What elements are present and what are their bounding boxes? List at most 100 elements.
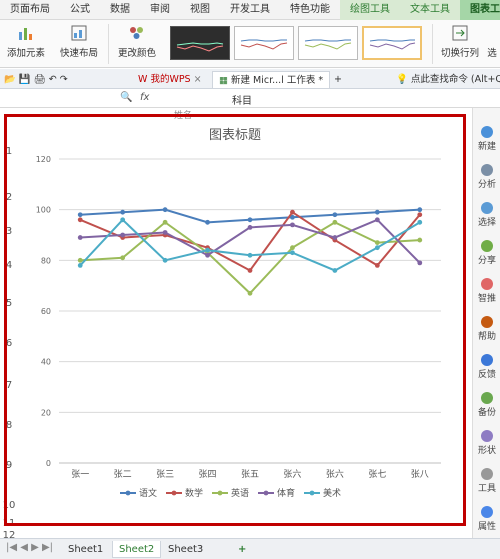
data-point (417, 219, 423, 225)
side-panel-item[interactable]: 备份 (473, 392, 500, 418)
side-panel-icon (481, 278, 493, 290)
side-panel-label: 形状 (477, 446, 496, 456)
my-wps-label: 我的WPS (150, 74, 191, 85)
menu-tab[interactable]: 绘图工具 (340, 0, 400, 20)
zoom-search-icon[interactable]: 🔍 (120, 92, 132, 103)
side-panel-item[interactable]: 反馈 (473, 354, 500, 380)
legend-marker (263, 490, 269, 496)
side-panel-item[interactable]: 属性 (473, 506, 500, 532)
legend-marker (125, 490, 131, 496)
side-panel-item[interactable]: 新建 (473, 126, 500, 152)
side-panel-icon (481, 240, 493, 252)
close-icon[interactable]: × (194, 74, 202, 85)
my-wps-tab[interactable]: W 我的WPS × (138, 71, 202, 88)
side-panel-icon (481, 164, 493, 176)
data-point (77, 217, 83, 223)
menu-tab[interactable]: 数据 (100, 0, 140, 20)
menu-tab[interactable]: 公式 (60, 0, 100, 20)
chart-style-thumb-dark[interactable] (170, 26, 230, 60)
legend-marker (309, 490, 315, 496)
data-point (417, 207, 423, 213)
fx-icon[interactable]: fx (140, 92, 149, 103)
sheet-tab[interactable]: Sheet2 (112, 541, 162, 558)
x-axis: 张一 张二 张三 张四 张五 张六 张六 张七 张八 (71, 468, 429, 480)
quick-layout-button[interactable]: 快速布局 (54, 24, 104, 64)
side-panel-icon (481, 392, 493, 404)
add-element-button[interactable]: 添加元素 (4, 24, 48, 64)
line-chart[interactable]: 0 20 40 60 80 100 120 张一 张二 张三 张四 张五 张六 张六 张七 张八 语文 数学 英… (4, 114, 466, 526)
command-search[interactable]: 💡 点此查找命令 (Alt+Q) (396, 71, 500, 88)
side-panel-label: 新建 (477, 142, 496, 152)
select-data-button[interactable]: 选 (484, 24, 500, 64)
x-tick-label: 张四 (199, 469, 217, 480)
side-panel-icon (481, 506, 493, 518)
legend-label: 体育 (277, 487, 295, 499)
x-tick-label: 张六 (326, 468, 344, 480)
chart-style-thumb-selected[interactable] (362, 26, 422, 60)
new-tab-button[interactable]: + (334, 71, 342, 88)
menu-tab-bar: 页面布局公式数据审阅视图开发工具特色功能绘图工具文本工具图表工具 (0, 0, 500, 20)
side-panel-icon (481, 354, 493, 366)
side-panel-item[interactable]: 选择 (473, 202, 500, 228)
sheet-tab[interactable]: Sheet3 (162, 541, 209, 558)
y-tick-label: 120 (36, 155, 51, 164)
data-point (205, 252, 210, 258)
legend[interactable]: 语文 数学 英语 体育 美术 (120, 487, 341, 499)
side-panel-item[interactable]: 形状 (473, 430, 500, 456)
side-panel-label: 工具 (477, 484, 496, 494)
y-tick-label: 80 (41, 256, 51, 265)
sheet-tab[interactable]: Sheet1 (62, 541, 109, 558)
data-point (120, 209, 126, 215)
menu-tab[interactable]: 审阅 (140, 0, 180, 20)
chart-style-thumb-3[interactable] (298, 26, 358, 60)
menu-tab[interactable]: 页面布局 (0, 0, 60, 20)
wps-icon: W (138, 74, 148, 85)
legend-label: 语文 (139, 487, 157, 499)
side-panel-item[interactable]: 帮助 (473, 316, 500, 342)
side-panel-item[interactable]: 工具 (473, 468, 500, 494)
side-panel-item[interactable]: 智推 (473, 278, 500, 304)
chart-style-preview (369, 39, 416, 50)
menu-tab[interactable]: 视图 (180, 0, 220, 20)
side-panel-label: 反馈 (477, 370, 496, 380)
document-tab-bar: 📂 💾 🖨 ↶ ↷ W 我的WPS × ▦ 新建 Micr...l 工作表 * … (0, 69, 500, 89)
quick-layout-icon (71, 25, 87, 41)
select-data-label: 选 (487, 48, 497, 59)
side-panel-item[interactable]: 分析 (473, 164, 500, 190)
quick-access-icons[interactable]: 📂 💾 🖨 ↶ ↷ (4, 71, 68, 88)
menu-tab[interactable]: 文本工具 (400, 0, 460, 20)
data-point (290, 245, 295, 251)
command-search-label: 点此查找命令 (Alt+Q) (410, 74, 500, 85)
side-panel-label: 分享 (477, 256, 496, 266)
menu-tab[interactable]: 开发工具 (220, 0, 280, 20)
formula-content[interactable]: 科目 (232, 92, 252, 107)
data-point (77, 212, 83, 218)
side-panel-label: 智推 (477, 294, 496, 304)
sheet-nav-arrows[interactable]: |◀ ◀ ▶ ▶| (6, 542, 53, 553)
menu-tab[interactable]: 图表工具 (460, 0, 500, 20)
data-point (247, 217, 253, 223)
add-element-label: 添加元素 (6, 48, 45, 59)
chart-title[interactable]: 图表标题 (209, 128, 261, 143)
palette-icon (130, 27, 143, 39)
data-point (332, 212, 338, 218)
side-panel-item[interactable]: 分享 (473, 240, 500, 266)
workbook-tab[interactable]: ▦ 新建 Micr...l 工作表 * (212, 71, 331, 88)
series-lines (77, 207, 423, 296)
legend-label: 英语 (231, 487, 249, 499)
add-sheet-button[interactable]: + (232, 541, 252, 558)
switch-row-col-button[interactable]: 切换行列 (438, 24, 482, 64)
spreadsheet-icon: ▦ (219, 75, 231, 86)
data-point (374, 263, 380, 268)
data-point (77, 263, 83, 268)
data-point (162, 257, 168, 263)
side-task-panel: 新建分析选择分享智推帮助反馈备份形状工具属性 (472, 108, 500, 538)
lightbulb-icon: 💡 (396, 74, 408, 85)
change-color-button[interactable]: 更改颜色 (112, 24, 162, 64)
chart-style-preview (240, 39, 288, 50)
data-point (417, 260, 423, 266)
chart-style-thumb-2[interactable] (234, 26, 294, 60)
y-tick-label: 100 (36, 206, 51, 215)
menu-tab[interactable]: 特色功能 (280, 0, 340, 20)
chart-canvas: 0 20 40 60 80 100 120 张一 张二 张三 张四 张五 张六 张六 张七 张八 语文 数学 英… (36, 128, 441, 499)
